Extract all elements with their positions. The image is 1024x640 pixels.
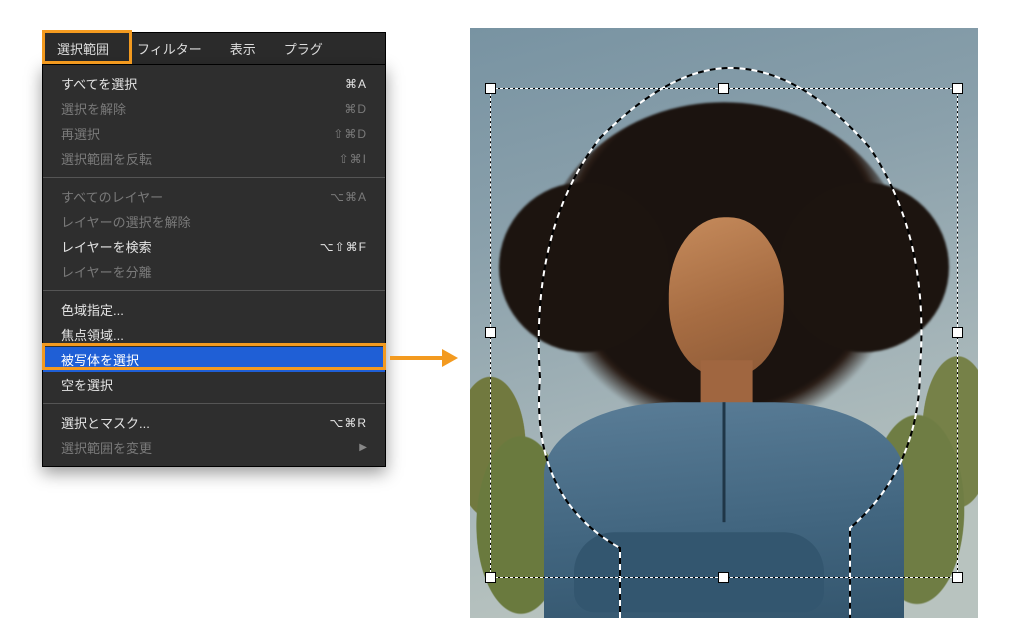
menu-label: 再選択 [61,124,100,143]
menu-shortcut: ⌥⌘A [330,190,367,204]
image-canvas[interactable] [470,28,978,618]
menu-shortcut: ⇧⌘I [339,152,367,166]
menu-separator [43,290,385,291]
menubar-item-view[interactable]: 表示 [216,33,270,64]
menu-item-find-layers[interactable]: レイヤーを検索 ⌥⇧⌘F [43,234,385,259]
transform-handle-ml[interactable] [485,327,496,338]
menu-label: すべてのレイヤー [61,187,163,206]
menu-item-select-sky[interactable]: 空を選択 [43,372,385,397]
menu-label: レイヤーを検索 [61,237,152,256]
arrow-right-icon [390,349,458,367]
menu-separator [43,403,385,404]
transform-handle-bl[interactable] [485,572,496,583]
menu-item-focus-area[interactable]: 焦点領域... [43,322,385,347]
menu-item-select-all[interactable]: すべてを選択 ⌘A [43,71,385,96]
menu-separator [43,177,385,178]
transform-handle-bm[interactable] [718,572,729,583]
menu-shortcut: ⌘D [344,102,367,116]
menu-label: 選択範囲を反転 [61,149,152,168]
menu-item-inverse[interactable]: 選択範囲を反転 ⇧⌘I [43,146,385,171]
menu-shortcut: ⌘A [345,77,367,91]
menu-label: 色域指定... [61,300,124,319]
menu-item-isolate-layers[interactable]: レイヤーを分離 [43,259,385,284]
menu-item-deselect-layers[interactable]: レイヤーの選択を解除 [43,209,385,234]
menu-item-select-and-mask[interactable]: 選択とマスク... ⌥⌘R [43,410,385,435]
menu-shortcut: ⌥⌘R [330,416,368,430]
menu-shortcut: ⌥⇧⌘F [320,240,367,254]
menu-item-reselect[interactable]: 再選択 ⇧⌘D [43,121,385,146]
transform-bounding-box[interactable] [490,88,958,578]
transform-handle-br[interactable] [952,572,963,583]
menu-shortcut: ⇧⌘D [333,127,367,141]
menu-label: 空を選択 [61,375,113,394]
transform-handle-mr[interactable] [952,327,963,338]
menu-item-all-layers[interactable]: すべてのレイヤー ⌥⌘A [43,184,385,209]
select-menu-dropdown: すべてを選択 ⌘A 選択を解除 ⌘D 再選択 ⇧⌘D 選択範囲を反転 ⇧⌘I す… [42,64,386,467]
chevron-right-icon: ▶ [359,442,367,453]
menu-label: 選択とマスク... [61,413,150,432]
menu-label: 被写体を選択 [61,350,139,369]
menubar-item-select[interactable]: 選択範囲 [43,33,123,64]
menu-label: 選択を解除 [61,99,126,118]
menubar-item-filter[interactable]: フィルター [123,33,216,64]
menu-label: レイヤーを分離 [61,262,152,281]
app-menubar: 選択範囲 フィルター 表示 プラグ [42,32,386,64]
menu-label: 選択範囲を変更 [61,438,152,457]
menu-item-color-range[interactable]: 色域指定... [43,297,385,322]
transform-handle-tm[interactable] [718,83,729,94]
menu-label: 焦点領域... [61,325,124,344]
transform-handle-tl[interactable] [485,83,496,94]
menu-item-deselect[interactable]: 選択を解除 ⌘D [43,96,385,121]
menu-label: レイヤーの選択を解除 [61,212,191,231]
menu-item-select-subject[interactable]: 被写体を選択 [43,347,385,372]
menu-label: すべてを選択 [61,74,137,93]
menu-item-modify[interactable]: 選択範囲を変更 ▶ [43,435,385,460]
menubar-item-plugin[interactable]: プラグ [270,33,337,64]
transform-handle-tr[interactable] [952,83,963,94]
